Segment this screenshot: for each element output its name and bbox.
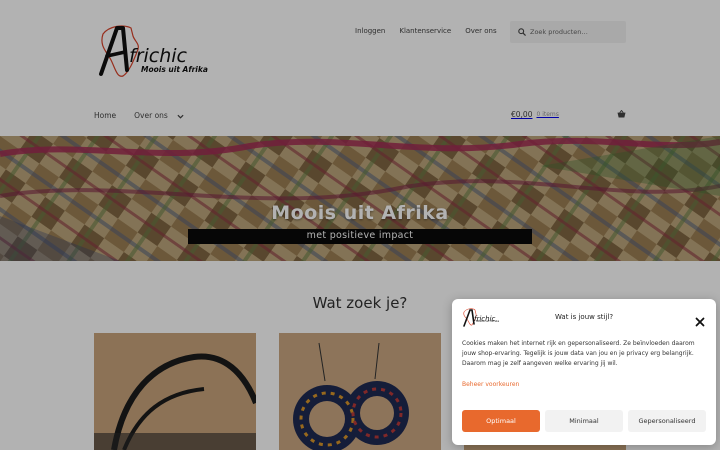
manage-preferences-link[interactable]: Beheer voorkeuren	[462, 381, 519, 388]
cookie-consent-dialog: frichic Moois uit Afrika Wat is jouw sti…	[452, 299, 716, 445]
personalised-button[interactable]: Gepersonaliseerd	[628, 410, 706, 432]
close-icon	[695, 317, 705, 327]
accept-optimal-button[interactable]: Optimaal	[462, 410, 540, 432]
consent-description: Cookies maken het internet rijk en geper…	[462, 340, 695, 367]
consent-title: Wat is jouw stijl?	[554, 313, 614, 321]
close-button[interactable]	[695, 312, 705, 327]
accept-minimal-button[interactable]: Minimaal	[545, 410, 623, 432]
